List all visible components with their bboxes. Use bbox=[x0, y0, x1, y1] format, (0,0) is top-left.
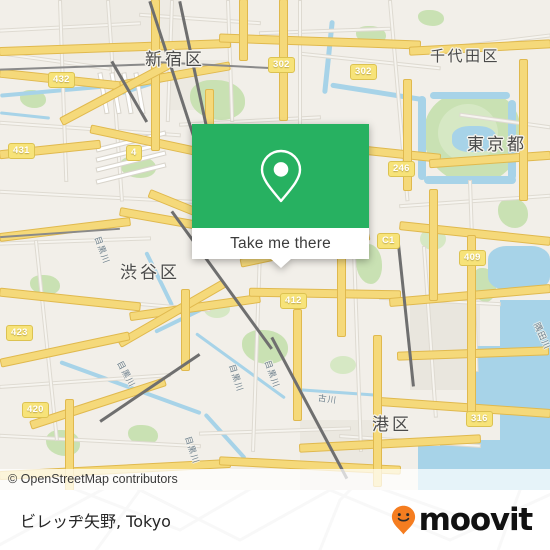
place-label-chiyoda: 千代田区 bbox=[430, 47, 501, 65]
page-title: ビレッヂ矢野, Tokyo bbox=[20, 512, 171, 531]
place-label-tokyo: 東京都 bbox=[467, 135, 527, 155]
place-label-minato: 港区 bbox=[372, 415, 412, 435]
callout-action-bar[interactable]: Take me there bbox=[192, 228, 369, 259]
callout-icon-panel bbox=[192, 124, 369, 228]
place-label-shibuya: 渋谷区 bbox=[120, 263, 180, 283]
moovit-smiley-pin-icon bbox=[391, 505, 415, 535]
moovit-logo[interactable]: moovit bbox=[391, 502, 534, 538]
location-callout-card[interactable]: Take me there bbox=[192, 124, 369, 268]
callout-pointer-tail bbox=[270, 259, 291, 268]
map-attribution[interactable]: © OpenStreetMap contributors bbox=[0, 469, 550, 490]
map-pin-icon bbox=[260, 149, 301, 203]
footer-bar: ビレッヂ矢野, Tokyo moovit bbox=[0, 490, 550, 550]
place-label-shinjuku: 新宿区 bbox=[145, 50, 205, 70]
moovit-wordmark: moovit bbox=[418, 502, 534, 538]
take-me-there-label: Take me there bbox=[230, 234, 331, 252]
